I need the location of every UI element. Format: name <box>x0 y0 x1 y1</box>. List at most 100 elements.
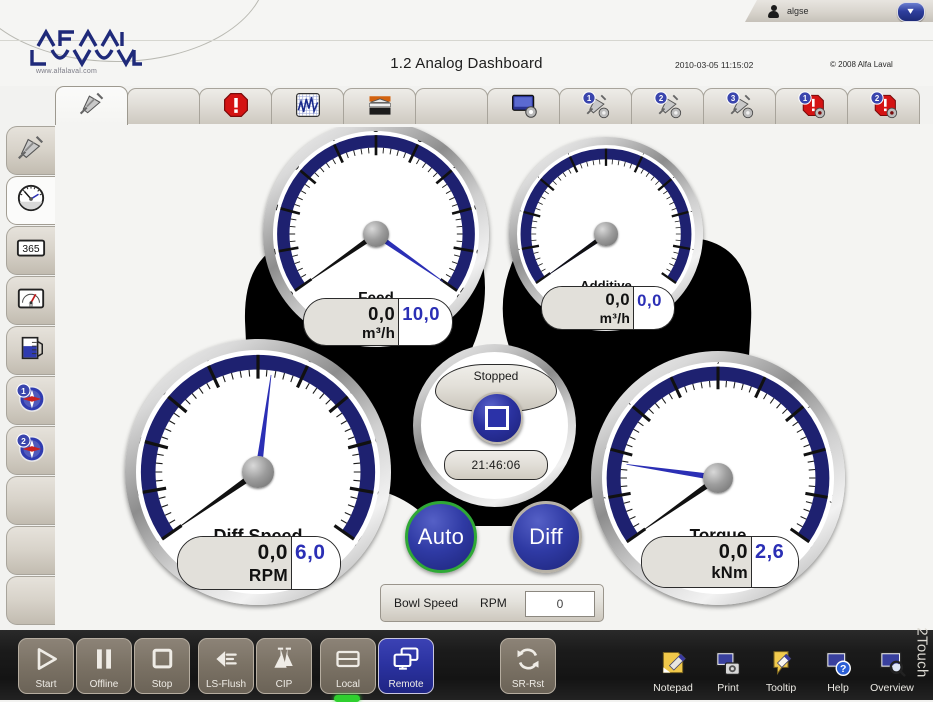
svg-text:365: 365 <box>22 244 39 255</box>
svg-text:9: 9 <box>762 362 776 378</box>
compass-1-icon: 1 <box>16 383 46 418</box>
separator-config-3-icon: 3 <box>726 91 754 124</box>
sidebar-item-9[interactable] <box>6 576 55 625</box>
alarm-config-2-icon: 2 <box>870 91 898 124</box>
gauge-setpoint[interactable]: 0,0 <box>637 291 662 311</box>
sidebar-item-6-compass-2[interactable]: 2 <box>6 426 55 475</box>
tab-6-screen-settings[interactable] <box>487 88 560 125</box>
sidebar-item-0-separator[interactable] <box>6 126 55 175</box>
sidebar-item-2-365[interactable]: 365 <box>6 226 55 275</box>
tab-2-alarm[interactable] <box>199 88 272 125</box>
bowl-speed-label: Bowl Speed <box>394 596 458 610</box>
gauge-setpoint[interactable]: 2,6 <box>755 541 784 564</box>
gauge-setpoint[interactable]: 6,0 <box>295 541 325 565</box>
svg-text:1: 1 <box>136 488 143 499</box>
sidebar: 365 W 1 2 <box>0 126 55 630</box>
gauge-hub <box>242 456 274 488</box>
button-label: Overview <box>870 682 914 694</box>
gauge-hub <box>594 222 617 245</box>
notepad-icon <box>659 647 687 679</box>
print-button[interactable]: Print <box>700 638 756 694</box>
gauge-unit: m³/h <box>600 310 631 326</box>
sidebar-item-7[interactable] <box>6 476 55 525</box>
tab-9-separator-config-3[interactable]: 3 <box>703 88 776 125</box>
compass-2-icon: 2 <box>16 433 46 468</box>
auto-mode-button[interactable]: Auto <box>405 501 477 573</box>
tab-11-alarm-config-2[interactable]: 2 <box>847 88 920 125</box>
overview-button[interactable]: Overview <box>864 638 920 694</box>
play-icon <box>19 644 73 674</box>
offline-button[interactable]: Offline <box>76 638 132 694</box>
timer-value: 21:46:06 <box>471 458 520 472</box>
start-button[interactable]: Start <box>18 638 74 694</box>
sidebar-item-4-beaker[interactable] <box>6 326 55 375</box>
gauge-hub <box>703 463 733 493</box>
svg-text:1: 1 <box>603 145 609 148</box>
tab-8-separator-config-2[interactable]: 2 <box>631 88 704 125</box>
diff-mode-label: Diff <box>529 524 563 550</box>
tab-1[interactable] <box>127 88 200 125</box>
ls-flush-button[interactable]: LS-Flush <box>198 638 254 694</box>
local-icon <box>321 644 375 674</box>
pause-icon <box>77 644 131 674</box>
sr-rst-button[interactable]: SR-Rst <box>500 638 556 694</box>
tab-7-separator-config-1[interactable]: 1 <box>559 88 632 125</box>
trend-chart-icon <box>294 91 322 124</box>
help-button[interactable]: ? Help <box>810 638 866 694</box>
tab-5[interactable] <box>415 88 488 125</box>
help-icon: ? <box>824 647 852 679</box>
sidebar-item-5-compass-1[interactable]: 1 <box>6 376 55 425</box>
svg-text:8: 8 <box>371 433 380 446</box>
button-label: Start <box>35 679 56 690</box>
gauge-icon <box>16 183 46 218</box>
page-title: 1.2 Analog Dashboard <box>0 55 933 72</box>
gauge-value: 0,0 <box>719 541 748 564</box>
user-menu[interactable]: algse ▾ <box>745 0 933 23</box>
beaker-icon <box>16 333 46 368</box>
gauge-readout-feed: 0,0m³/h 10,0 <box>303 298 453 346</box>
notepad-button[interactable]: Notepad <box>645 638 701 694</box>
gauge-cluster: 012345678910Feed0,0m³/h10,000,20,40,60,8… <box>55 126 933 630</box>
local-button[interactable]: Local <box>320 638 376 694</box>
svg-text:3: 3 <box>730 94 735 103</box>
gauge-unit: m³/h <box>362 325 395 342</box>
sidebar-item-3-meter[interactable]: W <box>6 276 55 325</box>
separator-config-2-icon: 2 <box>654 91 682 124</box>
sidebar-item-8[interactable] <box>6 526 55 575</box>
app-root: www.alfalaval.com 1.2 Analog Dashboard 2… <box>0 0 933 700</box>
tab-3-trend-chart[interactable] <box>271 88 344 125</box>
tab-4-separator-bowl[interactable] <box>343 88 416 125</box>
gauge-unit: kNm <box>711 564 748 583</box>
svg-text:4: 4 <box>325 131 338 146</box>
svg-text:4: 4 <box>197 350 212 367</box>
button-label: Tooltip <box>766 682 796 694</box>
status-text: Stopped <box>474 369 519 383</box>
gauge-readout-torque: 0,0kNm 2,6 <box>641 536 799 588</box>
svg-text:9: 9 <box>373 488 380 499</box>
tooltip-button[interactable]: Tooltip <box>753 638 809 694</box>
remote-button[interactable]: Remote <box>378 638 434 694</box>
header-copyright: © 2008 Alfa Laval <box>830 60 893 69</box>
cip-button[interactable]: CIP <box>256 638 312 694</box>
bowl-speed-unit: RPM <box>480 596 507 610</box>
svg-text:6: 6 <box>415 131 428 146</box>
separator-icon <box>78 90 106 123</box>
button-label: Help <box>827 682 849 694</box>
svg-text:7,5: 7,5 <box>708 362 728 366</box>
diff-mode-button[interactable]: Diff <box>510 501 582 573</box>
gauge-setpoint[interactable]: 10,0 <box>402 303 440 325</box>
tab-underline <box>55 124 933 127</box>
svg-text:1: 1 <box>586 94 591 103</box>
gauge-readout-additive: 0,0m³/h0,0 <box>541 286 675 330</box>
stop-button[interactable]: Stop <box>134 638 190 694</box>
tab-10-alarm-config-1[interactable]: 1 <box>775 88 848 125</box>
svg-text:1: 1 <box>21 386 26 396</box>
tab-0-separator[interactable] <box>55 86 128 125</box>
stop-square-icon[interactable] <box>471 392 523 444</box>
app-header: www.alfalaval.com 1.2 Analog Dashboard 2… <box>0 0 933 86</box>
gauge-value: 0,0 <box>368 303 395 325</box>
svg-text:1: 1 <box>802 94 807 103</box>
chevron-down-icon[interactable]: ▾ <box>897 2 925 22</box>
sidebar-item-1-gauge[interactable] <box>6 176 55 225</box>
bowl-speed-field[interactable]: 0 <box>525 591 595 617</box>
